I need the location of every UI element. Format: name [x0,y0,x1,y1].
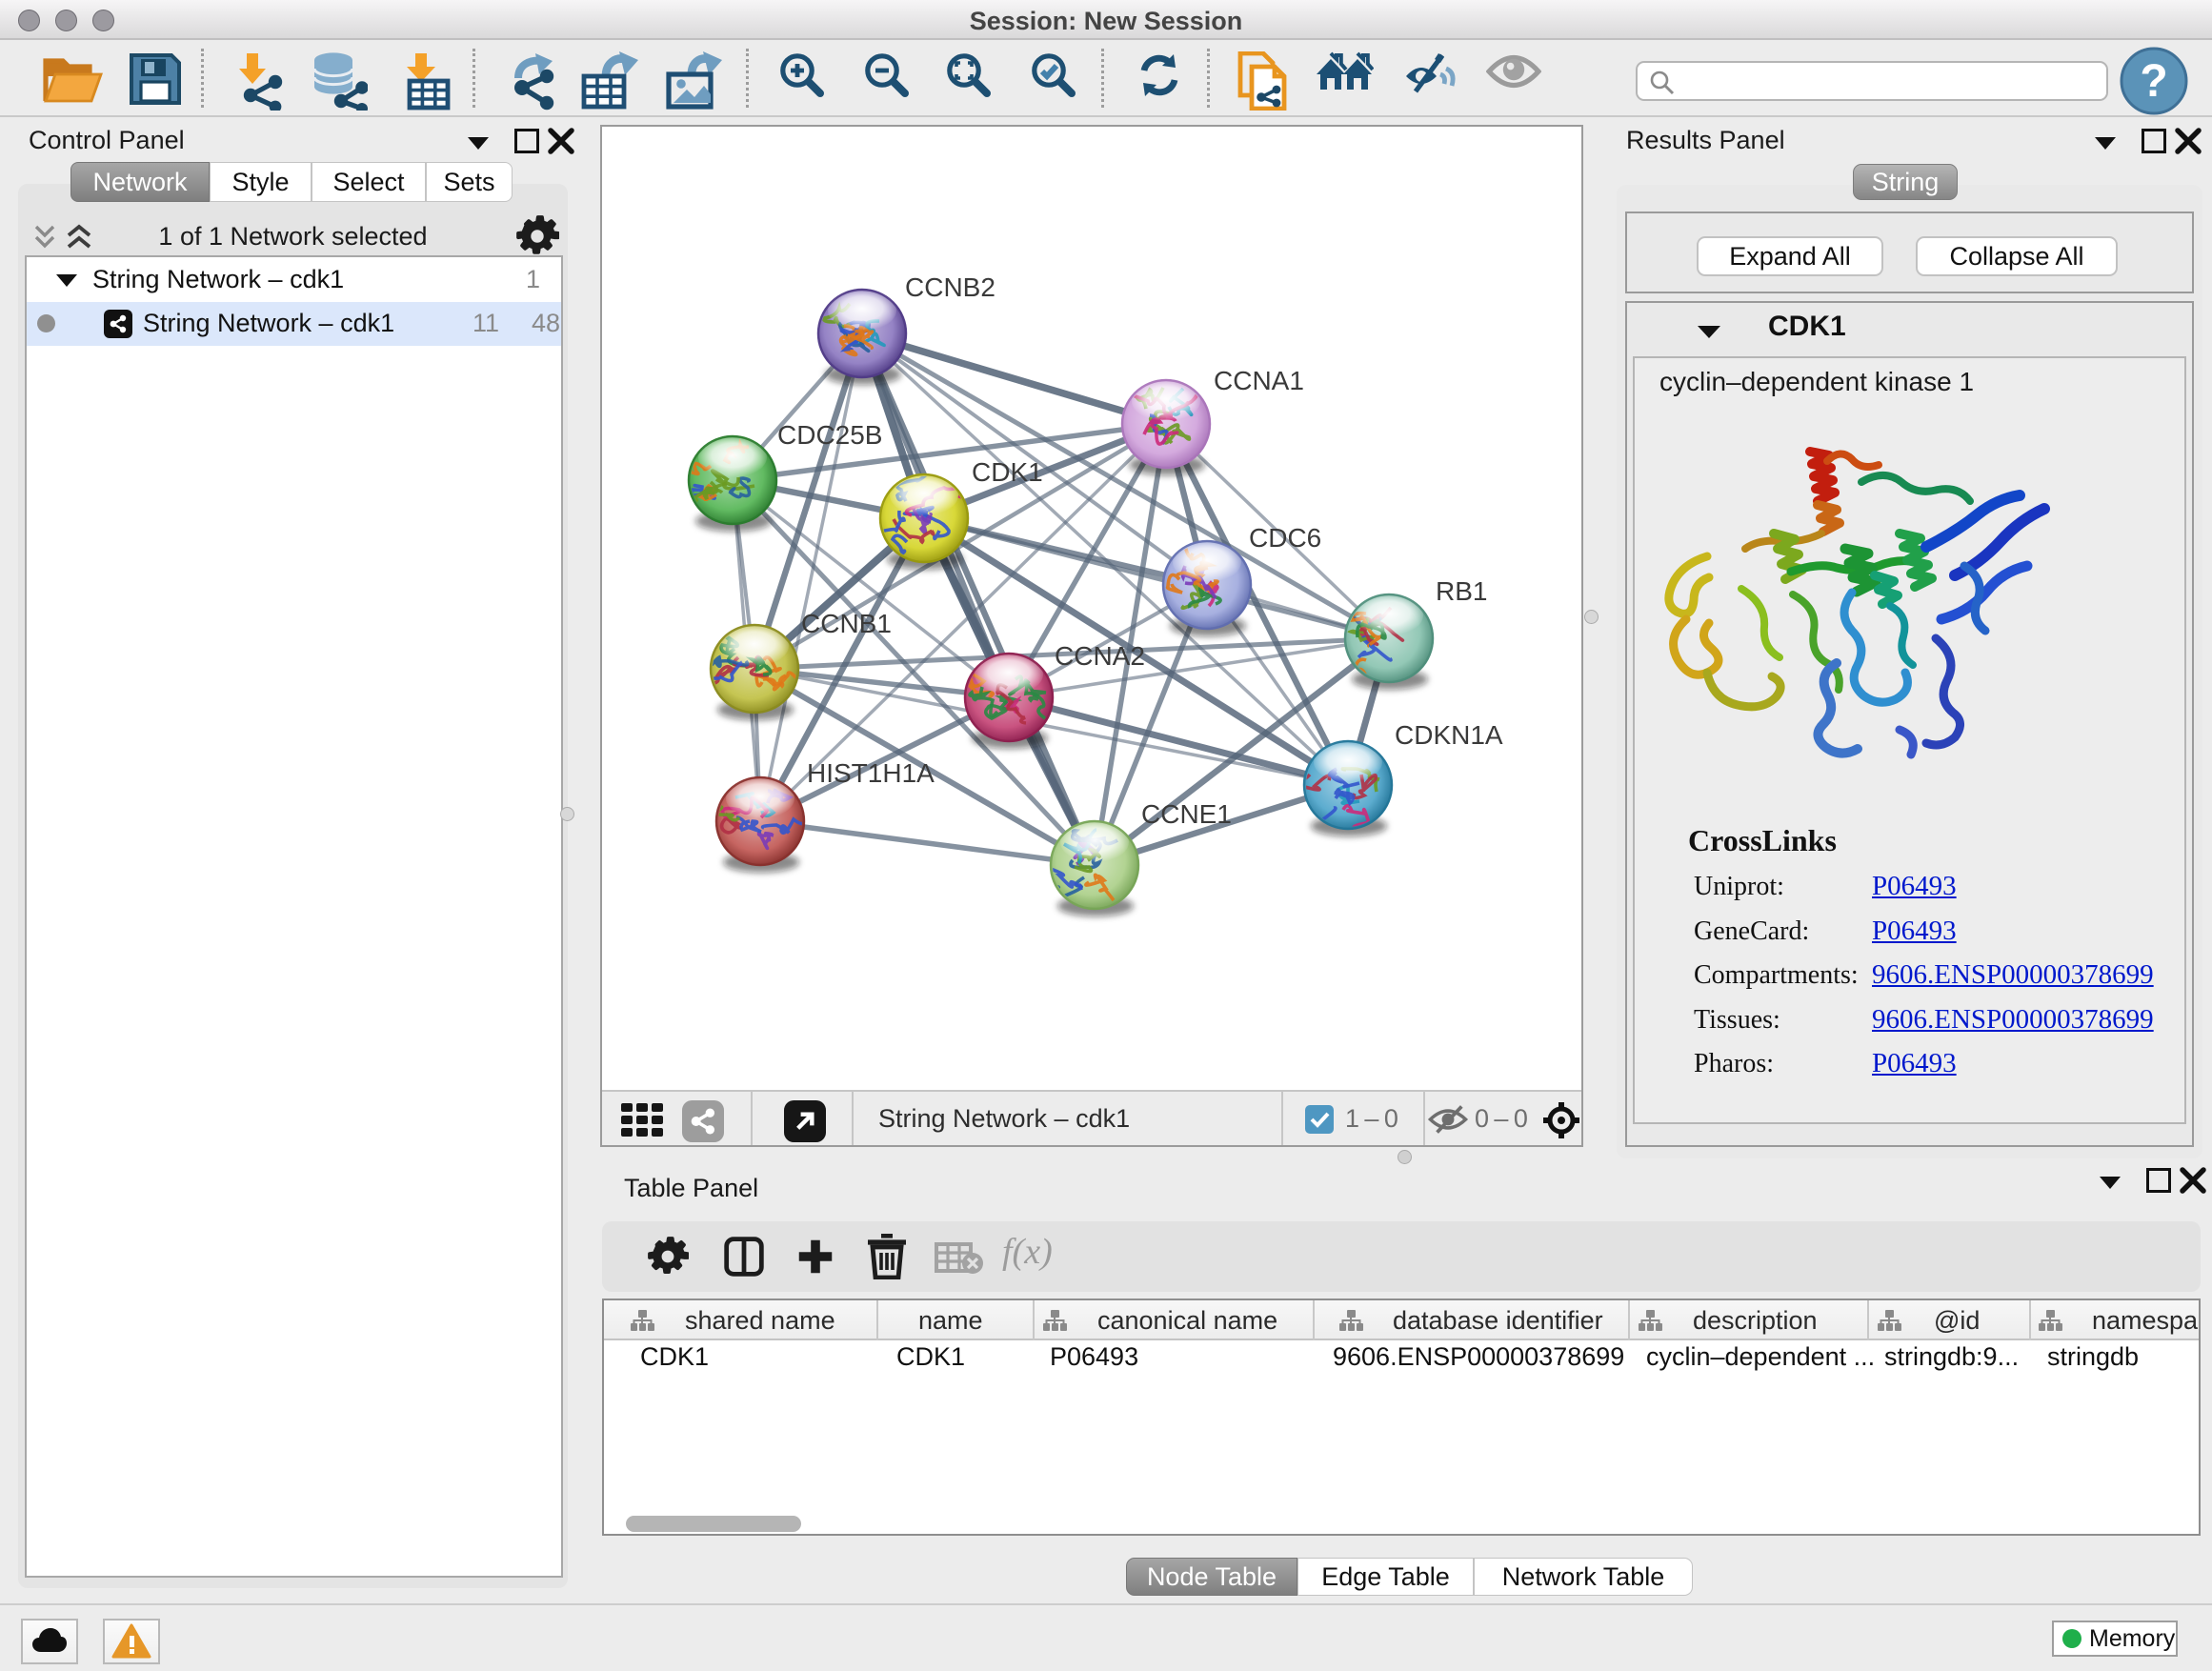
svg-text:CCNE1: CCNE1 [1141,799,1232,829]
svg-text:?: ? [2140,56,2167,107]
svg-text:CCNA1: CCNA1 [1214,366,1304,395]
svg-text:HIST1H1A: HIST1H1A [807,758,935,788]
svg-text:CCNA2: CCNA2 [1055,641,1145,671]
svg-text:CDC25B: CDC25B [777,420,882,450]
svg-text:CDK1: CDK1 [972,457,1043,487]
svg-text:RB1: RB1 [1436,576,1487,606]
svg-text:CDC6: CDC6 [1249,523,1321,553]
svg-text:CDKN1A: CDKN1A [1395,720,1503,750]
svg-text:CCNB1: CCNB1 [801,609,892,638]
svg-text:CCNB2: CCNB2 [905,272,995,302]
